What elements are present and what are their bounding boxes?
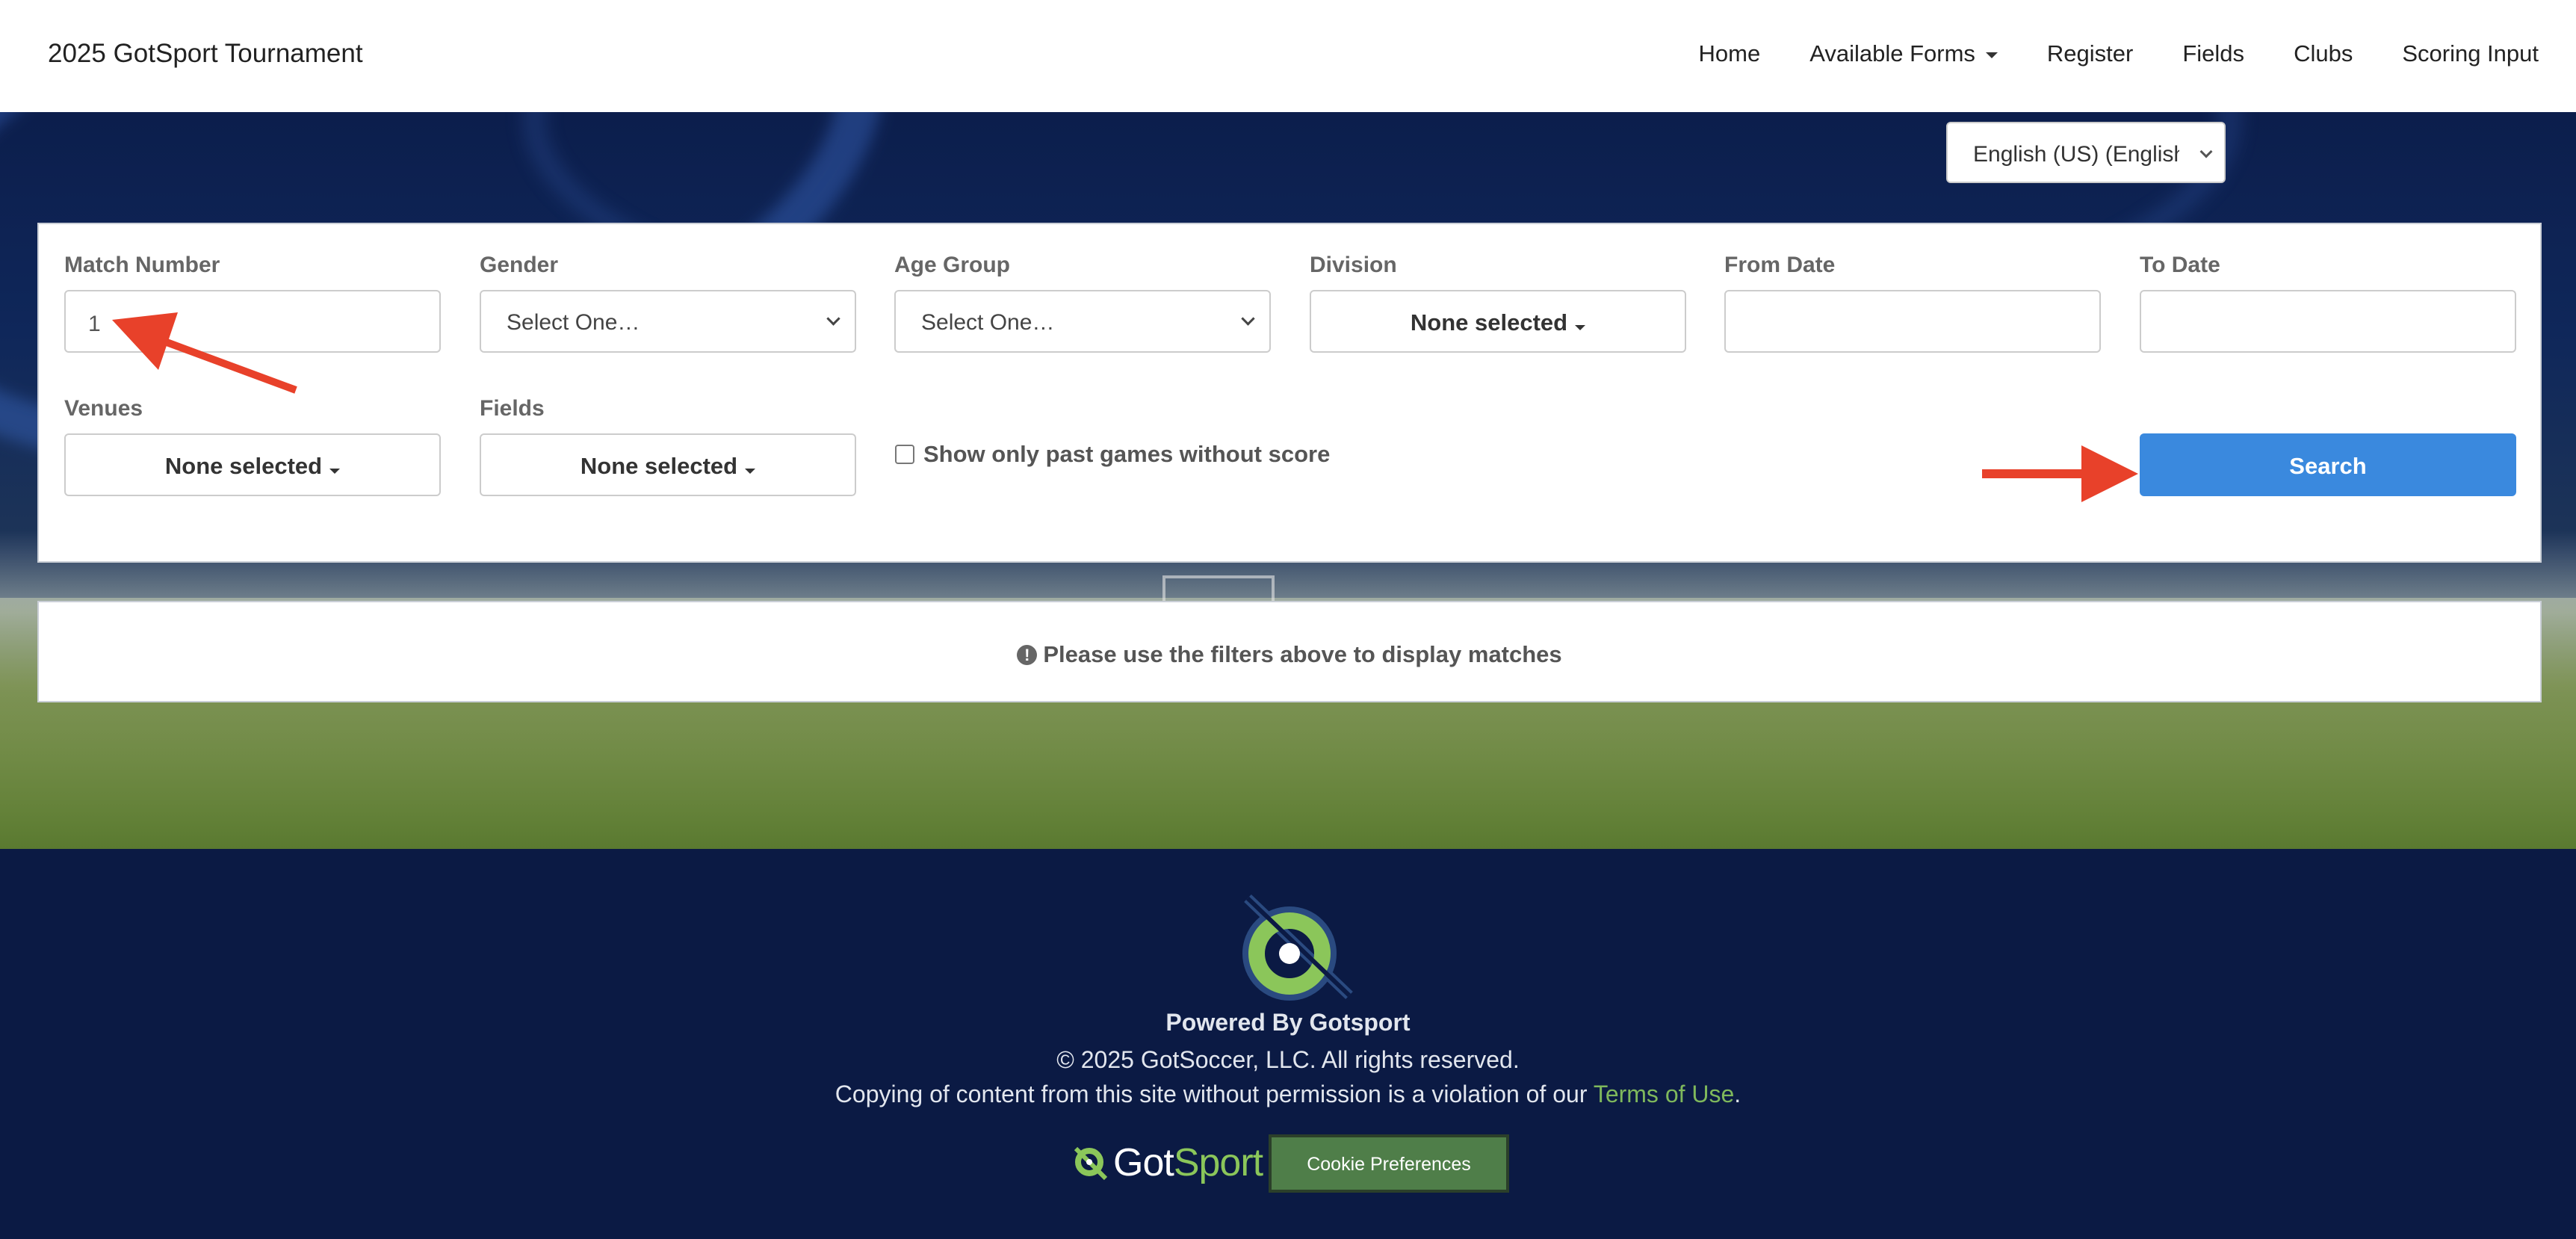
gotsport-logo: GotSport	[1071, 1140, 1263, 1185]
gotsport-emblem-icon	[1242, 894, 1353, 1001]
search-button[interactable]: Search	[2140, 433, 2516, 496]
copyright-text: © 2025 GotSoccer, LLC. All rights reserv…	[1056, 1046, 1520, 1073]
to-date-field: To Date	[2140, 253, 2516, 353]
site-brand[interactable]: 2025 GotSport Tournament	[48, 39, 363, 69]
match-number-input[interactable]: 1	[64, 290, 441, 353]
past-games-checkbox-row[interactable]: Show only past games without score	[895, 441, 1330, 468]
nav-fields[interactable]: Fields	[2182, 40, 2244, 67]
from-date-label: From Date	[1724, 253, 1836, 277]
gotsport-logo-text: GotSport	[1113, 1140, 1263, 1185]
match-number-label: Match Number	[64, 253, 220, 277]
nav-register[interactable]: Register	[2047, 40, 2133, 67]
age-group-field: Age Group Select One…	[894, 253, 1271, 353]
gotsport-logo-got: Got	[1113, 1141, 1174, 1184]
age-group-select[interactable]: Select One…	[894, 290, 1271, 353]
from-date-input[interactable]	[1724, 290, 2101, 353]
fields-label: Fields	[480, 396, 545, 421]
gender-select-value: Select One…	[507, 310, 640, 335]
venues-multiselect[interactable]: None selected	[64, 433, 441, 496]
nav-fields-label: Fields	[2182, 40, 2245, 67]
to-date-input[interactable]	[2140, 290, 2516, 353]
venues-field: Venues None selected	[64, 396, 441, 496]
division-field: Division None selected	[1310, 253, 1686, 353]
match-filter-panel: Match Number 1 Gender Select One… Age Gr…	[37, 223, 2542, 563]
division-multiselect-value: None selected	[1410, 309, 1568, 336]
copying-notice: Copying of content from this site withou…	[0, 1081, 2576, 1108]
language-select[interactable]: English (US) (English	[1946, 122, 2226, 183]
nav-home-label: Home	[1698, 40, 1761, 67]
nav-clubs[interactable]: Clubs	[2294, 40, 2353, 67]
nav-register-label: Register	[2046, 40, 2134, 67]
nav-available-forms-label: Available Forms	[1809, 40, 1975, 67]
copying-notice-prefix: Copying of content from this site withou…	[835, 1081, 1594, 1107]
age-group-label: Age Group	[894, 253, 1010, 277]
fields-multiselect[interactable]: None selected	[480, 433, 856, 496]
gender-select[interactable]: Select One…	[480, 290, 856, 353]
venues-label: Venues	[64, 396, 143, 421]
main-nav: Home Available Forms Register Fields Clu…	[1650, 40, 2539, 67]
match-number-field: Match Number 1	[64, 253, 441, 353]
page-footer: Powered By Gotsport © 2025 GotSoccer, LL…	[0, 849, 2576, 1239]
caret-down-icon	[1575, 325, 1586, 330]
results-message-panel: ! Please use the filters above to display…	[37, 601, 2542, 702]
gender-label: Gender	[480, 253, 559, 277]
age-group-select-value: Select One…	[921, 310, 1055, 335]
past-games-checkbox[interactable]	[895, 445, 914, 464]
gender-field: Gender Select One…	[480, 253, 856, 353]
nav-clubs-label: Clubs	[2294, 40, 2353, 67]
chevron-down-icon	[1241, 312, 1255, 326]
fields-multiselect-value: None selected	[580, 453, 738, 479]
nav-home[interactable]: Home	[1699, 40, 1761, 67]
nav-scoring-input-label: Scoring Input	[2402, 40, 2539, 67]
caret-down-icon	[1985, 52, 1998, 58]
language-select-value: English (US) (English	[1973, 142, 2187, 167]
results-message-text: Please use the filters above to display …	[1043, 641, 1562, 667]
top-navbar: 2025 GotSport Tournament Home Available …	[0, 0, 2576, 112]
past-games-checkbox-label[interactable]: Show only past games without score	[923, 441, 1330, 468]
exclamation-circle-icon: !	[1017, 645, 1038, 665]
venues-multiselect-value: None selected	[164, 453, 323, 479]
nav-available-forms[interactable]: Available Forms	[1809, 40, 1998, 67]
chevron-down-icon	[826, 312, 840, 326]
gotsport-logo-mark-icon	[1074, 1146, 1108, 1181]
division-multiselect[interactable]: None selected	[1310, 290, 1686, 353]
gotsport-logo-sport: Sport	[1173, 1141, 1263, 1184]
to-date-label: To Date	[2140, 253, 2220, 277]
from-date-field: From Date	[1724, 253, 2101, 353]
cookie-preferences-button[interactable]: Cookie Preferences	[1269, 1134, 1509, 1193]
fields-field: Fields None selected	[480, 396, 856, 496]
powered-by-text: Powered By Gotsport	[1165, 1009, 1411, 1036]
copying-notice-suffix: .	[1734, 1081, 1741, 1107]
caret-down-icon	[745, 469, 756, 474]
terms-of-use-link[interactable]: Terms of Use	[1594, 1081, 1734, 1107]
nav-scoring-input[interactable]: Scoring Input	[2402, 40, 2539, 67]
division-label: Division	[1310, 253, 1397, 277]
caret-down-icon	[329, 469, 341, 474]
